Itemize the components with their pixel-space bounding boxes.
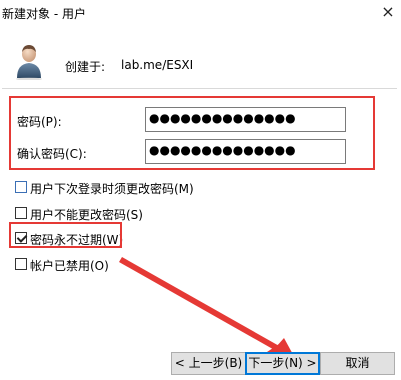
annotation-arrow [119,257,296,360]
next-button[interactable]: 下一步(N) > [245,352,320,375]
back-button[interactable]: < 上一步(B) [171,352,246,375]
cancel-button[interactable]: 取消 [320,352,395,375]
